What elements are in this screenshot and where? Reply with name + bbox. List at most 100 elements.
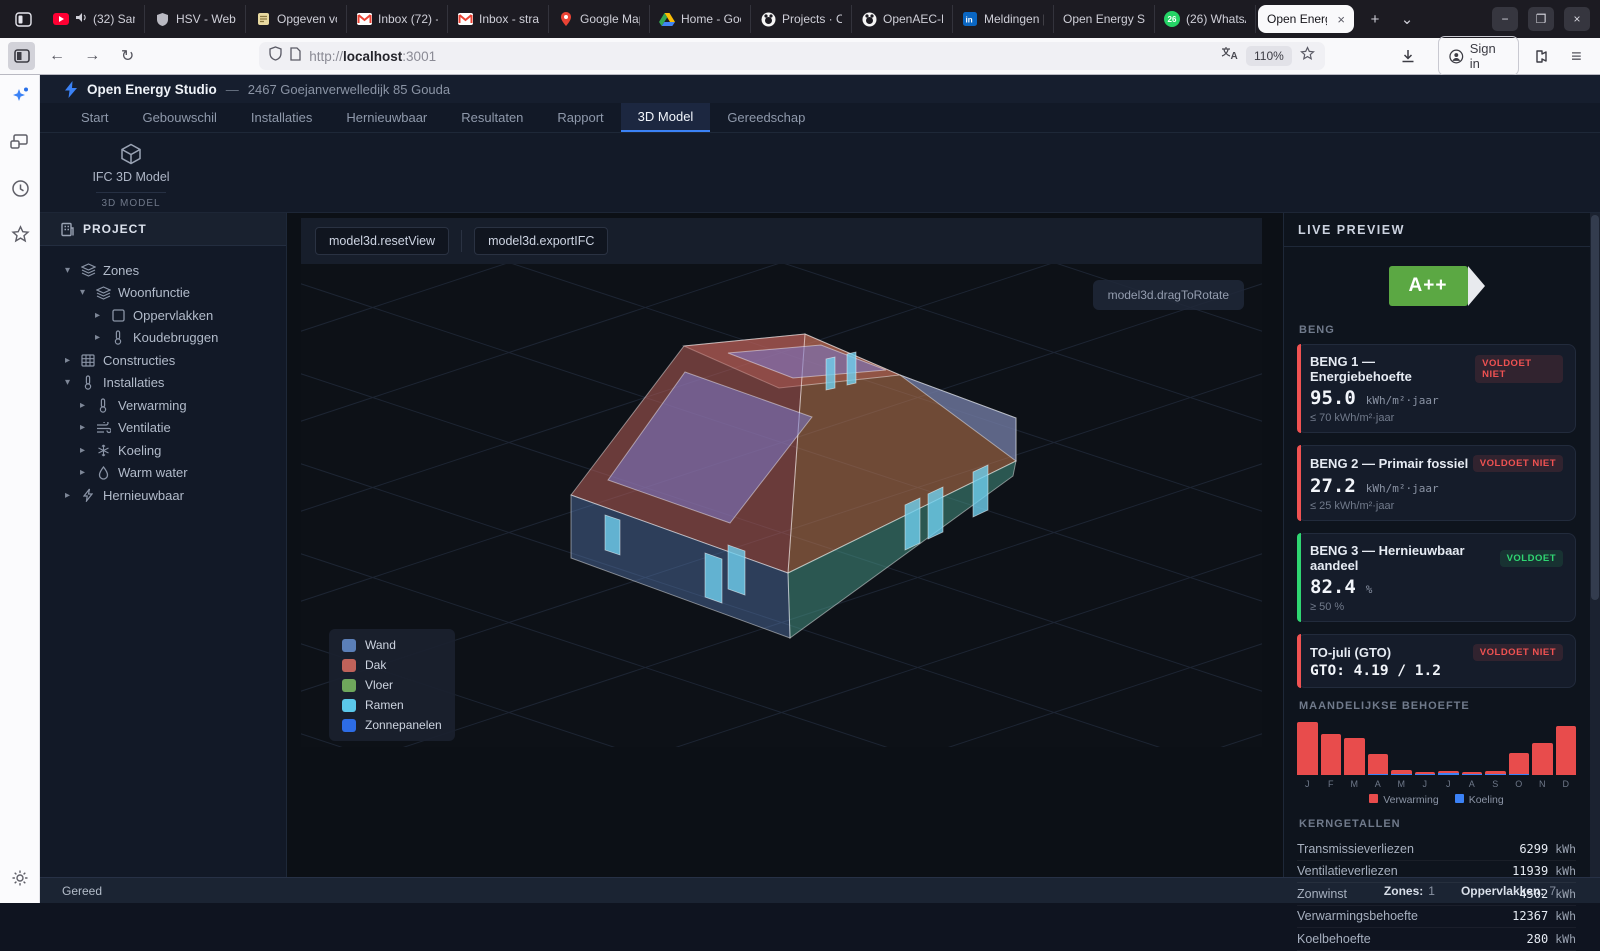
browser-tab[interactable]: (32) Sant xyxy=(44,5,145,33)
panel-scrollbar[interactable] xyxy=(1590,213,1600,877)
tree-item-koudebruggen[interactable]: ▸Koudebruggen xyxy=(40,327,286,350)
app-nav-tabs: StartGebouwschilInstallatiesHernieuwbaar… xyxy=(40,103,1600,133)
sidebar-toggle-button[interactable] xyxy=(8,42,35,70)
tab-close-icon[interactable]: × xyxy=(1337,12,1345,27)
chevron-right-icon[interactable]: ▸ xyxy=(77,422,88,433)
tree-item-warm-water[interactable]: ▸Warm water xyxy=(40,462,286,485)
new-tab-button[interactable]: + xyxy=(1362,6,1388,32)
signin-button[interactable]: Sign in xyxy=(1438,36,1519,76)
chevron-down-icon[interactable]: ▾ xyxy=(62,377,73,388)
bookmarks-star-icon[interactable] xyxy=(0,217,40,251)
nav-tab-resultaten[interactable]: Resultaten xyxy=(444,103,540,132)
export-ifc-button[interactable]: model3d.exportIFC xyxy=(474,227,608,255)
chevron-right-icon[interactable]: ▸ xyxy=(62,355,73,366)
reset-view-button[interactable]: model3d.resetView xyxy=(315,227,449,255)
list-tabs-button[interactable]: ⌄ xyxy=(1394,6,1420,32)
browser-tab[interactable]: Home - Goo xyxy=(650,5,751,33)
key-figure-label: Transmissieverliezen xyxy=(1297,842,1414,856)
tree-item-koeling[interactable]: ▸Koeling xyxy=(40,439,286,462)
browser-tab[interactable]: Opgeven vo xyxy=(246,5,347,33)
tree-item-ventilatie[interactable]: ▸Ventilatie xyxy=(40,417,286,440)
downloads-icon[interactable] xyxy=(1395,42,1422,70)
month-label: M xyxy=(1391,779,1412,789)
chevron-right-icon[interactable]: ▸ xyxy=(77,467,88,478)
chevron-right-icon[interactable]: ▸ xyxy=(77,445,88,456)
indicator-value: 95.0 xyxy=(1310,387,1356,409)
month-label: S xyxy=(1485,779,1506,789)
synced-tabs-icon[interactable] xyxy=(0,125,40,159)
airflow-icon xyxy=(95,422,111,434)
chart-bar-J6 xyxy=(1438,771,1459,775)
bar-verwarming xyxy=(1344,738,1365,775)
browser-tab[interactable]: Projects · O xyxy=(751,5,852,33)
window-close-button[interactable]: × xyxy=(1564,7,1590,31)
project-tree: ▾Zones▾Woonfunctie▸Oppervlakken▸Koudebru… xyxy=(40,246,286,507)
firefox-view-icon[interactable] xyxy=(8,6,38,32)
browser-tab-active[interactable]: Open Energy× xyxy=(1258,5,1354,33)
key-figure-value: 11939 xyxy=(1512,864,1548,878)
tab-title: Meldingen | xyxy=(984,12,1044,26)
legend-item-ramen: Ramen xyxy=(342,698,442,712)
indicator-value: GTO: 4.19 / 1.2 xyxy=(1310,663,1563,679)
menu-button[interactable]: ≡ xyxy=(1563,42,1590,70)
nav-tab-start[interactable]: Start xyxy=(64,103,125,132)
window-minimize-button[interactable]: − xyxy=(1492,7,1518,31)
tree-item-woonfunctie[interactable]: ▾Woonfunctie xyxy=(40,282,286,305)
page-info-icon[interactable] xyxy=(290,47,301,66)
month-label: J xyxy=(1297,779,1318,789)
translate-icon[interactable]: A xyxy=(1221,46,1238,66)
tree-item-installaties[interactable]: ▾Installaties xyxy=(40,372,286,395)
browser-tab[interactable]: Open Energy S xyxy=(1054,5,1155,33)
chevron-right-icon[interactable]: ▸ xyxy=(77,400,88,411)
nav-tab-3d-model[interactable]: 3D Model xyxy=(621,103,711,132)
bar-koeling xyxy=(1485,774,1506,776)
nav-tab-installaties[interactable]: Installaties xyxy=(234,103,329,132)
browser-tab[interactable]: Inbox - straa xyxy=(448,5,549,33)
nav-tab-gebouwschil[interactable]: Gebouwschil xyxy=(125,103,233,132)
browser-tab[interactable]: inMeldingen | xyxy=(953,5,1054,33)
url-bar[interactable]: http://localhost:3001 A 110% xyxy=(259,42,1325,70)
zoom-level-button[interactable]: 110% xyxy=(1246,46,1292,66)
reload-button[interactable]: ↻ xyxy=(114,42,141,70)
chevron-down-icon[interactable]: ▾ xyxy=(62,265,73,276)
chevron-right-icon[interactable]: ▸ xyxy=(92,310,103,321)
tab-audio-icon[interactable] xyxy=(75,12,87,26)
tree-item-zones[interactable]: ▾Zones xyxy=(40,259,286,282)
settings-gear-icon[interactable] xyxy=(0,861,40,895)
chevron-right-icon[interactable]: ▸ xyxy=(92,332,103,343)
tree-item-hernieuwbaar[interactable]: ▸Hernieuwbaar xyxy=(40,484,286,507)
tab-title: Opgeven vo xyxy=(277,12,337,26)
panel-scrollbar-thumb[interactable] xyxy=(1591,215,1599,600)
beng-section-title: BENG xyxy=(1299,324,1576,336)
ai-chat-icon[interactable] xyxy=(0,79,40,113)
chart-bar-S8 xyxy=(1485,771,1506,775)
browser-tab[interactable]: Inbox (72) - xyxy=(347,5,448,33)
gmail-icon xyxy=(457,11,473,27)
bookmark-star-icon[interactable] xyxy=(1300,46,1315,66)
ifc-3d-model-button[interactable]: IFC 3D Model 3D MODEL xyxy=(76,133,186,212)
tree-item-oppervlakken[interactable]: ▸Oppervlakken xyxy=(40,304,286,327)
back-button[interactable]: ← xyxy=(43,42,70,70)
chevron-down-icon[interactable]: ▾ xyxy=(77,287,88,298)
forward-button[interactable]: → xyxy=(79,42,106,70)
model3d-canvas[interactable]: model3d.dragToRotate WandDakVloerRamenZo… xyxy=(301,264,1262,747)
nav-tab-hernieuwbaar[interactable]: Hernieuwbaar xyxy=(329,103,444,132)
nav-tab-gereedschap[interactable]: Gereedschap xyxy=(710,103,822,132)
shield-icon[interactable] xyxy=(269,46,282,66)
browser-tab[interactable]: Google Map xyxy=(549,5,650,33)
tree-item-constructies[interactable]: ▸Constructies xyxy=(40,349,286,372)
thermometer-icon xyxy=(110,330,126,345)
extensions-icon[interactable] xyxy=(1527,42,1554,70)
browser-tab[interactable]: OpenAEC-F xyxy=(852,5,953,33)
key-figure-value: 6299 xyxy=(1519,842,1548,856)
nav-tab-rapport[interactable]: Rapport xyxy=(540,103,620,132)
history-clock-icon[interactable] xyxy=(0,171,40,205)
chevron-right-icon[interactable]: ▸ xyxy=(62,490,73,501)
tree-item-verwarming[interactable]: ▸Verwarming xyxy=(40,394,286,417)
url-text[interactable]: http://localhost:3001 xyxy=(309,49,436,64)
browser-tab[interactable]: 26(26) WhatsA xyxy=(1155,5,1256,33)
window-maximize-button[interactable]: ❐ xyxy=(1528,7,1554,31)
browser-tab[interactable]: HSV - Websi xyxy=(145,5,246,33)
bar-koeling xyxy=(1415,774,1436,776)
key-figure-row-zonwinst: Zonwinst4502kWh xyxy=(1297,883,1576,906)
